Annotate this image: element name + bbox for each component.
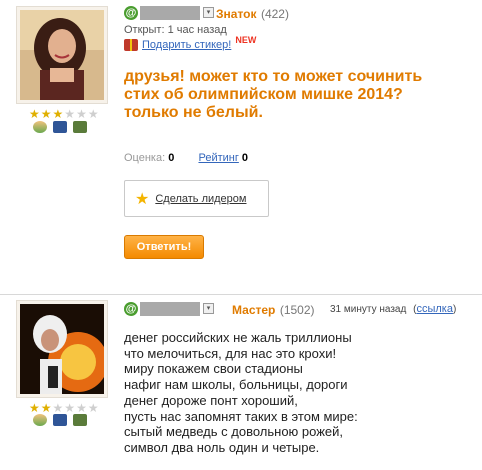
new-badge: NEW <box>235 35 257 45</box>
rank-title: Мастер <box>232 303 276 317</box>
question-rating-row: Оценка: 0 Рейтинг 0 <box>124 152 248 164</box>
question-username[interactable] <box>140 6 200 20</box>
gift-sticker-link[interactable]: Подарить стикер! <box>142 39 231 51</box>
star-icon: ★ <box>40 401 52 415</box>
star-icon: ★ <box>87 107 99 121</box>
section-divider <box>0 294 482 295</box>
question-user-rank: Знаток (422) <box>216 5 289 23</box>
avatar-photo <box>20 304 104 394</box>
rating-value: 0 <box>168 152 175 164</box>
answer-avatar[interactable] <box>16 300 108 398</box>
star-icon: ★ <box>52 401 64 415</box>
video-camera-icon[interactable] <box>73 414 87 426</box>
rank-title: Знаток <box>216 7 257 21</box>
answer-user-icons <box>33 414 87 426</box>
question-user-icons <box>33 121 87 133</box>
question-user-stars: ★ ★ ★ ★ ★ ★ <box>29 108 99 120</box>
star-icon: ★ <box>52 107 64 121</box>
star-icon: ★ <box>29 401 40 415</box>
photo-camera-icon[interactable] <box>53 121 67 133</box>
star-icon: ★ <box>64 107 76 121</box>
question-opened-time: Открыт: 1 час назад <box>124 24 227 36</box>
question-avatar[interactable] <box>16 6 108 104</box>
answer-user-rank: Мастер (1502) <box>232 301 315 319</box>
answer-username[interactable] <box>140 302 200 316</box>
photo-camera-icon[interactable] <box>53 414 67 426</box>
avatar-photo <box>20 10 104 100</box>
star-icon: ★ <box>76 107 87 121</box>
rank-count: (1502) <box>279 303 315 317</box>
gift-icon <box>124 39 138 51</box>
user-profile-icon[interactable] <box>33 414 47 426</box>
answer-text: денег российских не жаль триллионы что м… <box>124 330 358 455</box>
rating-label: Оценка: <box>124 152 166 164</box>
question-text: друзья! может кто то может сочинить стих… <box>124 68 423 121</box>
at-icon: @ <box>124 6 138 20</box>
answer-user-stars: ★ ★ ★ ★ ★ ★ <box>29 402 99 414</box>
star-icon: ★ <box>76 401 87 415</box>
answer-button[interactable]: Ответить! <box>124 235 204 259</box>
answer-permalink[interactable]: ссылка <box>416 303 453 315</box>
answer-meta: 31 минуту назад (ссылка) <box>330 303 456 315</box>
at-icon: @ <box>124 302 138 316</box>
make-leader-label: Сделать лидером <box>155 192 247 205</box>
rank-value: 0 <box>241 152 249 164</box>
chevron-down-icon[interactable]: ▾ <box>203 303 214 314</box>
gift-sticker-row: Подарить стикер! NEW <box>124 35 256 51</box>
star-icon: ★ <box>64 401 76 415</box>
star-icon: ★ <box>87 401 99 415</box>
rank-link[interactable]: Рейтинг <box>198 152 238 164</box>
make-leader-button[interactable]: ★ Сделать лидером <box>124 180 269 217</box>
star-icon: ★ <box>29 107 40 121</box>
user-profile-icon[interactable] <box>33 121 47 133</box>
rank-count: (422) <box>260 7 289 21</box>
video-camera-icon[interactable] <box>73 121 87 133</box>
star-icon: ★ <box>135 190 150 208</box>
star-icon: ★ <box>40 107 52 121</box>
link-paren-close: ) <box>452 304 457 315</box>
answer-time: 31 минуту назад <box>330 304 407 315</box>
chevron-down-icon[interactable]: ▾ <box>203 7 214 18</box>
